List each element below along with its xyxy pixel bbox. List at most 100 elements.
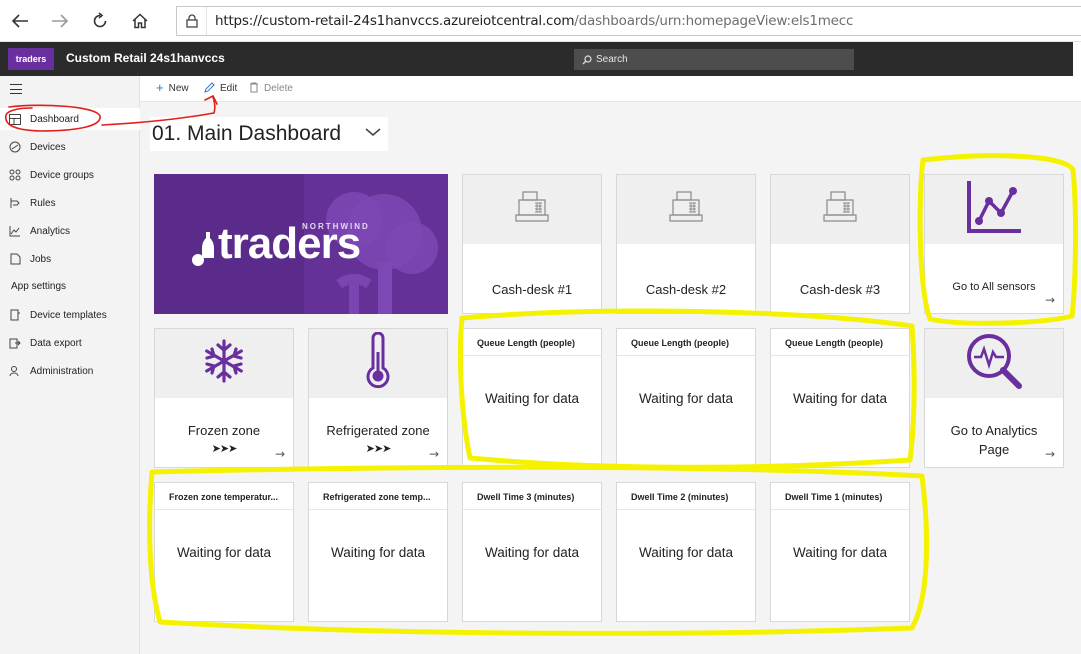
refresh-icon[interactable] [87,8,113,34]
command-bar: + New Edit Delete [140,76,1081,102]
dashboard-title: 01. Main Dashboard [152,122,342,145]
dwell-time-tile[interactable]: Dwell Time 2 (minutes) Waiting for data [616,482,756,622]
search-icon [582,54,592,64]
dwell-time-tile[interactable]: Dwell Time 1 (minutes) Waiting for data [770,482,910,622]
nav-item-label: Dashboard [30,113,79,125]
new-button[interactable]: + New [156,81,189,94]
analytics-magnifier-icon [964,332,1024,395]
search-input[interactable]: Search [574,49,854,70]
queue-length-tile[interactable]: Queue Length (people) Waiting for data [770,328,910,468]
nav-item-device-groups[interactable]: Device groups [0,164,140,186]
jobs-icon [0,253,30,265]
cash-desk-label: Cash-desk #2 [645,282,727,297]
nav-section-app-settings: App settings [11,281,67,292]
browser-toolbar: https://custom-retail-24s1hanvccs.azurei… [0,0,1081,42]
cash-desk-label: Cash-desk #1 [491,282,573,297]
search-placeholder: Search [596,54,628,65]
address-bar[interactable]: https://custom-retail-24s1hanvccs.azurei… [176,6,1081,36]
hamburger-menu-icon[interactable] [10,84,22,94]
nav-item-data-export[interactable]: Data export [0,332,140,354]
chevrons-icon: ➤➤➤ [365,442,392,455]
nav-item-label: Jobs [30,253,52,265]
arrow-right-icon: → [274,447,285,461]
left-nav: Dashboard Devices Device groups Rules An… [0,76,140,654]
dwell-time-tile[interactable]: Dwell Time 3 (minutes) Waiting for data [462,482,602,622]
analytics-link-tile[interactable]: Go to Analytics Page → [924,328,1064,468]
tile-status: Waiting for data [176,545,272,560]
app-logo[interactable]: traders [8,48,54,70]
nav-item-device-templates[interactable]: Device templates [0,304,140,326]
chevron-down-icon [365,128,381,137]
nav-item-label: Device templates [30,309,107,321]
nav-item-label: Data export [30,337,82,349]
rules-icon [0,197,30,209]
dashboard-selector[interactable]: 01. Main Dashboard [150,117,388,151]
tile-title: Frozen zone temperatur... [155,483,293,510]
nav-item-administration[interactable]: Administration [0,360,140,382]
refrigerated-zone-label: Refrigerated zone [326,423,430,438]
pencil-icon [204,82,215,95]
northwind-logo-tile: NORTHWIND traders [154,174,448,314]
nav-item-dashboard[interactable]: Dashboard [0,108,140,130]
tile-status: Waiting for data [792,391,888,406]
url-path: /dashboards/urn:homepageView:els1mecc [574,13,854,29]
cash-desk-label: Cash-desk #3 [799,282,881,297]
frozen-temperature-tile[interactable]: Frozen zone temperatur... Waiting for da… [154,482,294,622]
tile-title: Dwell Time 2 (minutes) [617,483,755,510]
forward-icon[interactable] [47,8,73,34]
device-groups-icon [0,169,30,181]
nav-item-label: Analytics [30,225,71,237]
app-title: Custom Retail 24s1hanvccs [66,51,225,65]
cash-desk-tile[interactable]: Cash-desk #1 [462,174,602,314]
arrow-right-icon: → [428,447,439,461]
refrigerated-zone-tile[interactable]: Refrigerated zone ➤➤➤ → [308,328,448,468]
delete-button[interactable]: Delete [249,82,293,95]
tile-status: Waiting for data [484,391,580,406]
lock-icon [177,7,207,35]
dashboard-icon [0,113,30,125]
back-icon[interactable] [7,8,33,34]
nav-item-devices[interactable]: Devices [0,136,140,158]
tile-title: Queue Length (people) [771,329,909,356]
nav-item-rules[interactable]: Rules [0,192,140,214]
snowflake-icon [201,338,247,389]
line-chart-icon [965,179,1023,240]
devices-icon [0,141,30,153]
app-logo-text: traders [15,54,47,64]
thermometer-icon [363,331,393,395]
queue-length-tile[interactable]: Queue Length (people) Waiting for data [616,328,756,468]
tile-status: Waiting for data [484,545,580,560]
arrow-right-icon: → [1044,293,1055,307]
tile-title: Refrigerated zone temp... [309,483,447,510]
cash-desk-tile[interactable]: Cash-desk #2 [616,174,756,314]
app-header: traders Custom Retail 24s1hanvccs Search [0,42,1081,76]
tile-status: Waiting for data [330,545,426,560]
nav-item-label: Rules [30,197,56,209]
tile-title: Queue Length (people) [617,329,755,356]
frozen-zone-label: Frozen zone [187,423,261,438]
data-export-icon [0,337,30,349]
refrigerated-temperature-tile[interactable]: Refrigerated zone temp... Waiting for da… [308,482,448,622]
analytics-link-label-1: Go to Analytics [950,423,1038,438]
queue-length-tile[interactable]: Queue Length (people) Waiting for data [462,328,602,468]
edit-button[interactable]: Edit [204,82,237,95]
nav-item-label: Administration [30,365,94,377]
nav-item-analytics[interactable]: Analytics [0,220,140,242]
tile-title: Queue Length (people) [463,329,601,356]
cash-desk-tile[interactable]: Cash-desk #3 [770,174,910,314]
arrow-right-icon: → [1044,447,1055,461]
frozen-zone-tile[interactable]: Frozen zone ➤➤➤ → [154,328,294,468]
all-sensors-link-tile[interactable]: Go to All sensors → [924,174,1064,314]
analytics-icon [0,225,30,237]
nav-item-jobs[interactable]: Jobs [0,248,140,270]
tile-status: Waiting for data [638,545,734,560]
logo-big-text: traders [218,219,361,268]
home-icon[interactable] [127,8,153,34]
tile-title: Dwell Time 1 (minutes) [771,483,909,510]
chevrons-icon: ➤➤➤ [211,442,238,455]
tile-status: Waiting for data [638,391,734,406]
delete-label: Delete [264,83,293,94]
url-host: https://custom-retail-24s1hanvccs.azurei… [215,13,575,29]
administration-icon [0,365,30,377]
trash-icon [249,82,259,95]
